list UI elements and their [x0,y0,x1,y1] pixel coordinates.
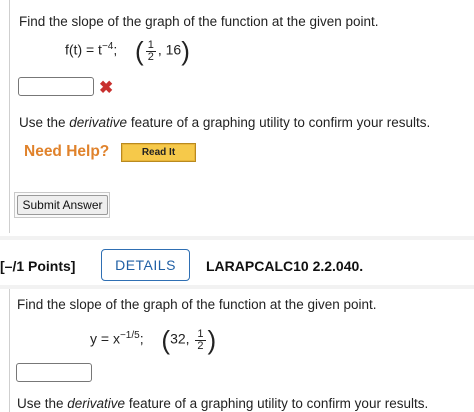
point-x-denominator: 2 [145,50,156,63]
question-2-code: LARAPCALC10 2.2.040. [206,258,364,274]
function-lhs: y = x [90,330,120,347]
left-paren: ( [161,325,171,355]
question-1-panel: Find the slope of the graph of the funct… [9,0,474,233]
right-paren: ) [181,36,190,66]
instruction-pre: Use the [19,115,70,130]
derivative-instruction-1: Use the derivative feature of a graphing… [19,115,430,130]
question-1-prompt: Find the slope of the graph of the funct… [19,14,379,29]
submit-answer-button[interactable]: Submit Answer [17,195,108,215]
function-separator: ; [113,41,118,58]
function-exponent: −1/5 [119,330,140,342]
answer-input-2[interactable] [16,363,92,382]
question-2-points: [–/1 Points] [0,258,76,274]
function-lhs: f(t) = t [65,41,102,58]
instruction-post: feature of a graphing utility to confirm… [127,115,431,130]
point-y: 16 [165,41,182,58]
question-2-function: y = x−1/5; (32, 1 2) [90,327,216,353]
point-y-fraction: 12 [195,327,206,352]
answer-input-1[interactable] [18,77,94,96]
point-y-denominator: 2 [195,339,206,352]
point-x-fraction: 12 [145,38,156,63]
right-paren: ) [207,325,217,355]
point-y-numerator: 1 [197,327,204,340]
instruction-emphasis: derivative [69,115,128,130]
instruction-post: feature of a graphing utility to confirm… [125,396,429,411]
point-x: 32, [170,330,190,347]
function-exponent: −4 [101,41,114,53]
left-paren: ( [135,36,144,66]
x-mark-icon: ✖ [99,78,114,97]
instruction-emphasis: derivative [67,396,126,411]
question-2-panel: Find the slope of the graph of the funct… [9,289,474,412]
details-button[interactable]: DETAILS [101,249,190,281]
derivative-instruction-2: Use the derivative feature of a graphing… [17,396,428,411]
question-1-function: f(t) = t−4; (1 2, 16) [65,36,190,66]
function-separator: ; [139,330,144,347]
instruction-pre: Use the [17,396,68,411]
read-it-button[interactable]: Read It [121,143,196,162]
question-separator [0,236,474,240]
point-x-numerator: 1 [147,38,154,51]
need-help-label: Need Help? [24,143,110,160]
question-2-prompt: Find the slope of the graph of the funct… [17,297,377,312]
